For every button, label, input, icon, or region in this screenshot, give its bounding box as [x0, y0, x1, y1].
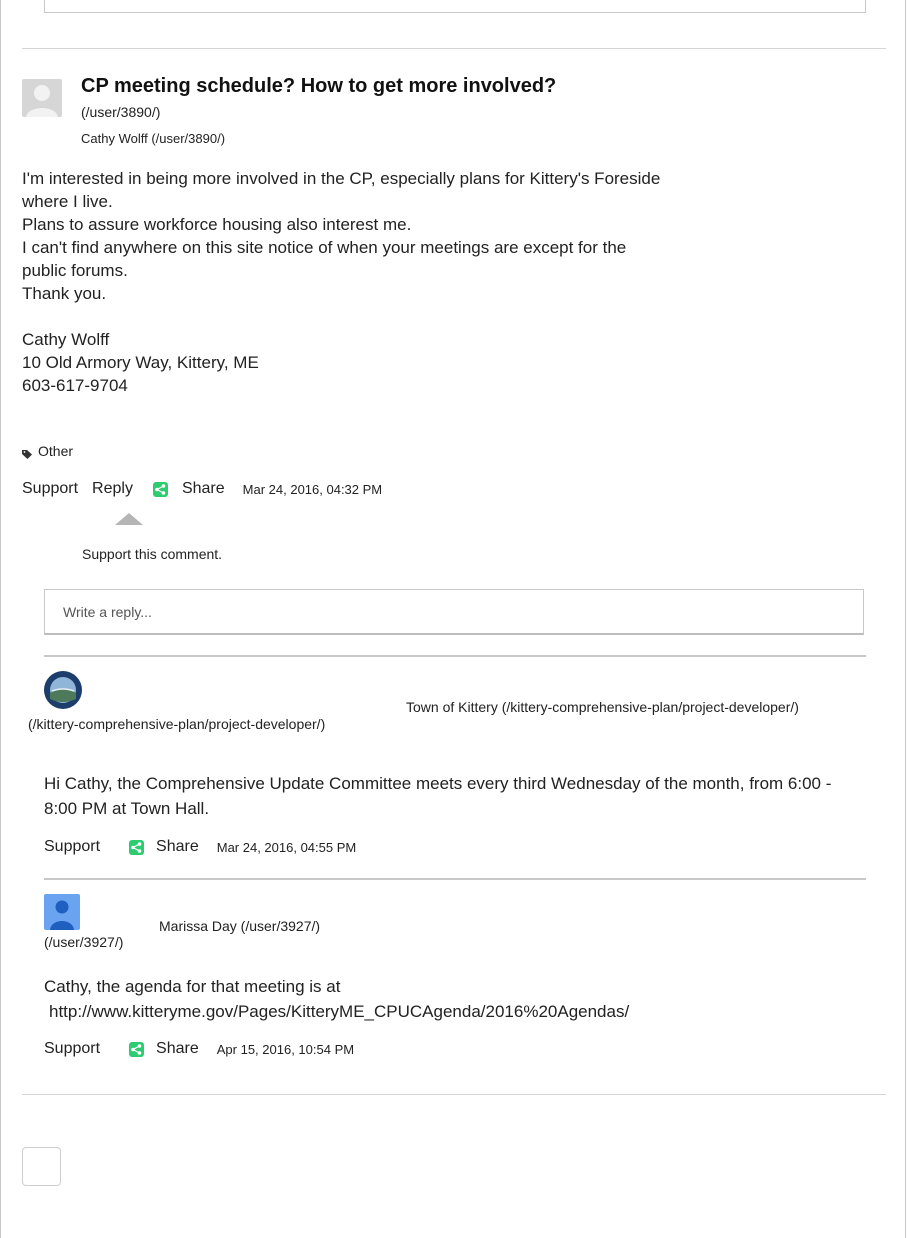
previous-reply-box[interactable]: [44, 0, 866, 13]
post-body: I'm interested in being more involved in…: [22, 167, 842, 397]
reply-body-line: Cathy, the agenda for that meeting is at: [44, 977, 341, 996]
post-body-line: Thank you.: [22, 284, 107, 303]
support-button[interactable]: Support: [22, 480, 78, 498]
marissa-avatar-link[interactable]: (/user/3927/): [44, 934, 123, 950]
signature-line: Cathy Wolff: [22, 330, 110, 349]
share-icon[interactable]: [129, 839, 145, 855]
reply-actions: Support Share Mar 24, 2016, 04:55 PM: [44, 838, 356, 856]
signature-line: 10 Old Armory Way, Kittery, ME: [22, 353, 259, 372]
user-avatar-icon[interactable]: [44, 894, 80, 930]
post-date: Mar 24, 2016, 04:32 PM: [242, 481, 383, 497]
reply-input[interactable]: [44, 589, 864, 635]
share-button[interactable]: Share: [156, 1040, 199, 1058]
share-icon[interactable]: [152, 481, 168, 497]
post-author-link[interactable]: Cathy Wolff (/user/3890/): [81, 131, 225, 146]
post-divider-bottom: [22, 1094, 886, 1095]
support-tooltip-text: Support this comment.: [82, 546, 223, 562]
tag-label: Other: [38, 443, 74, 459]
post-title[interactable]: CP meeting schedule? How to get more inv…: [81, 75, 556, 98]
post-actions: Support Reply Share Mar 24, 2016, 04:32 …: [22, 480, 382, 498]
support-button[interactable]: Support: [44, 838, 100, 856]
town-avatar-link[interactable]: (/kittery-comprehensive-plan/project-dev…: [28, 714, 368, 735]
share-button[interactable]: Share: [182, 480, 225, 498]
share-icon[interactable]: [129, 1041, 145, 1057]
user-avatar-placeholder-icon[interactable]: [22, 79, 62, 117]
support-button[interactable]: Support: [44, 1040, 100, 1058]
post-body-line: public forums.: [22, 261, 128, 280]
agenda-url-link[interactable]: http://www.kitteryme.gov/Pages/KitteryME…: [44, 999, 864, 1024]
reply-author-link[interactable]: Town of Kittery (/kittery-comprehensive-…: [406, 697, 846, 718]
share-button[interactable]: Share: [156, 838, 199, 856]
reply-divider: [44, 655, 866, 657]
reply-body: Hi Cathy, the Comprehensive Update Commi…: [44, 774, 832, 818]
page-frame-right: [905, 0, 906, 1238]
reply-divider: [44, 878, 866, 880]
post-avatar-link[interactable]: (/user/3890/): [81, 104, 160, 120]
post-body-line: I can't find anywhere on this site notic…: [22, 238, 627, 257]
reply-body: Cathy, the agenda for that meeting is at…: [44, 974, 864, 1024]
reply-date: Apr 15, 2016, 10:54 PM: [216, 1041, 355, 1057]
post-tag[interactable]: Other: [22, 443, 73, 459]
post-body-line: Plans to assure workforce housing also i…: [22, 215, 412, 234]
reply-button[interactable]: Reply: [92, 480, 133, 498]
reply-date: Mar 24, 2016, 04:55 PM: [216, 839, 357, 855]
tag-icon: [22, 446, 32, 459]
page-frame-left: [0, 0, 1, 1238]
post-divider-top: [22, 48, 886, 49]
post-body-line: where I live.: [22, 192, 113, 211]
reply-author-link[interactable]: Marissa Day (/user/3927/): [159, 918, 320, 934]
support-tooltip-arrow-icon: [115, 513, 143, 525]
post-body-line: I'm interested in being more involved in…: [22, 169, 661, 188]
reply-actions: Support Share Apr 15, 2016, 10:54 PM: [44, 1040, 354, 1058]
town-seal-avatar-icon[interactable]: [44, 671, 82, 709]
signature-line: 603-617-9704: [22, 376, 128, 395]
next-post-avatar-placeholder[interactable]: [22, 1147, 61, 1186]
